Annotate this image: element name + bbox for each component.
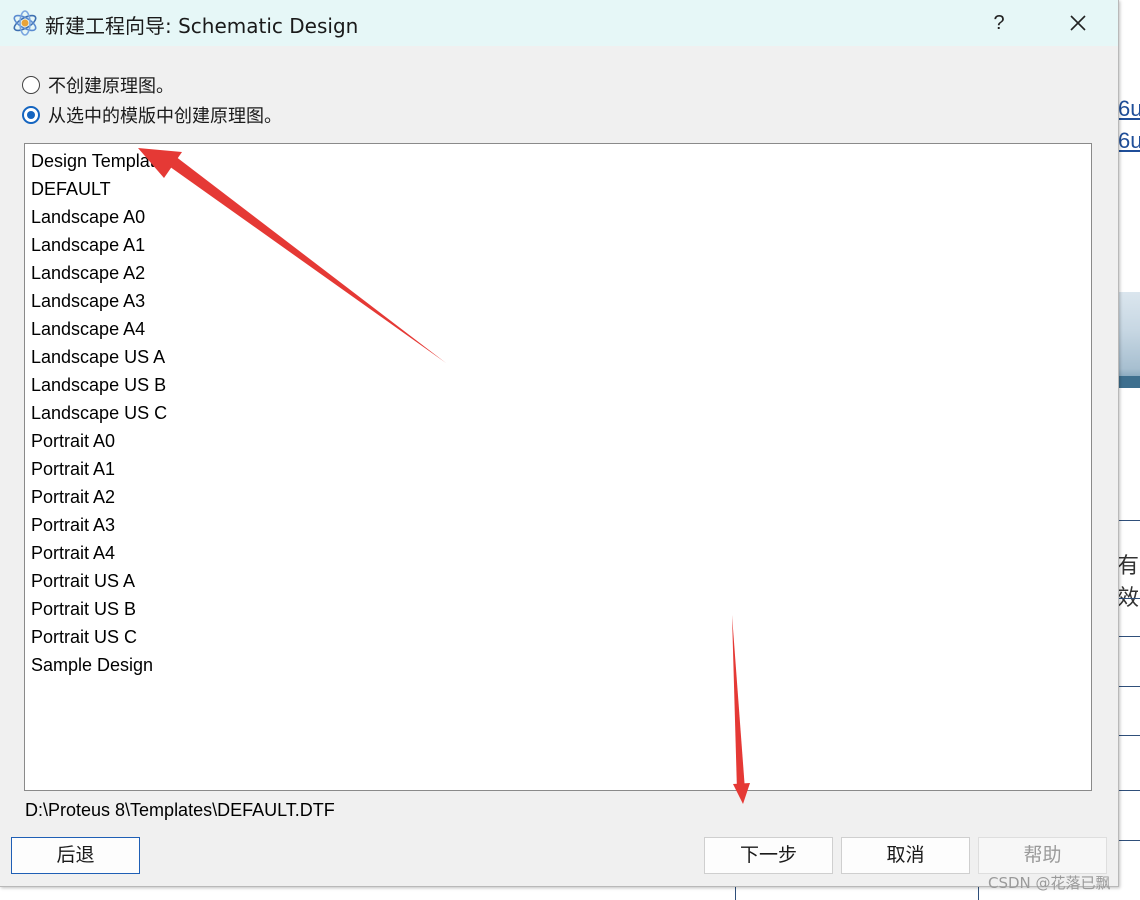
template-item[interactable]: Landscape US B — [31, 371, 174, 399]
background-image — [1117, 292, 1140, 388]
template-item[interactable]: Portrait US A — [31, 567, 174, 595]
background-divider — [735, 885, 736, 900]
template-item[interactable]: Landscape A1 — [31, 231, 174, 259]
template-item[interactable]: Portrait A4 — [31, 539, 174, 567]
template-item[interactable]: Landscape US A — [31, 343, 174, 371]
back-button[interactable]: 后退 — [11, 837, 140, 874]
help-button[interactable]: 帮助 — [978, 837, 1107, 874]
next-button[interactable]: 下一步 — [704, 837, 833, 874]
template-path: D:\Proteus 8\Templates\DEFAULT.DTF — [25, 800, 335, 820]
template-item[interactable]: Portrait A2 — [31, 483, 174, 511]
template-item[interactable]: Portrait A3 — [31, 511, 174, 539]
background-divider — [1117, 598, 1140, 599]
radio-from-template[interactable]: 从选中的模版中创建原理图。 — [22, 102, 282, 128]
template-item[interactable]: Portrait A1 — [31, 455, 174, 483]
help-icon[interactable]: ? — [985, 8, 1013, 38]
radio-label: 从选中的模版中创建原理图。 — [48, 106, 282, 127]
background-link[interactable]: 6u — [1118, 96, 1140, 122]
background-divider — [1117, 686, 1140, 687]
template-item[interactable]: Portrait A0 — [31, 427, 174, 455]
background-divider — [1117, 636, 1140, 637]
radio-button-selected[interactable] — [22, 106, 40, 124]
watermark: CSDN @花落已飘 — [988, 874, 1111, 892]
template-item[interactable]: Landscape A3 — [31, 287, 174, 315]
background-divider — [1117, 840, 1140, 841]
background-link[interactable]: 6u — [1118, 128, 1140, 154]
template-item[interactable]: DEFAULT — [31, 175, 174, 203]
background-divider — [1117, 520, 1140, 521]
radio-button[interactable] — [22, 76, 40, 94]
template-item[interactable]: Landscape A0 — [31, 203, 174, 231]
template-list: Design Templates DEFAULT Landscape A0 La… — [31, 147, 174, 679]
radio-label: 不创建原理图。 — [48, 76, 174, 97]
template-item[interactable]: Portrait US B — [31, 595, 174, 623]
new-project-wizard-dialog: 新建工程向导: Schematic Design ? 不创建原理图。 从选中的模… — [0, 0, 1119, 887]
background-divider — [978, 885, 979, 900]
template-item[interactable]: Sample Design — [31, 651, 174, 679]
template-item[interactable]: Landscape US C — [31, 399, 174, 427]
template-listbox[interactable]: Design Templates DEFAULT Landscape A0 La… — [24, 143, 1092, 791]
background-divider — [1117, 735, 1140, 736]
template-item[interactable]: Design Templates — [31, 147, 174, 175]
title-bar[interactable]: 新建工程向导: Schematic Design ? — [0, 0, 1118, 46]
background-text: 有效 — [1117, 554, 1140, 611]
background-divider — [1117, 790, 1140, 791]
template-item[interactable]: Landscape A2 — [31, 259, 174, 287]
close-icon[interactable] — [1061, 6, 1095, 40]
template-item[interactable]: Portrait US C — [31, 623, 174, 651]
proteus-app-icon — [13, 10, 37, 36]
radio-no-schematic[interactable]: 不创建原理图。 — [22, 72, 174, 98]
template-item[interactable]: Landscape A4 — [31, 315, 174, 343]
cancel-button[interactable]: 取消 — [841, 837, 970, 874]
window-title: 新建工程向导: Schematic Design — [45, 14, 359, 38]
background-page: 6u 6u 有效 — [1117, 0, 1140, 900]
